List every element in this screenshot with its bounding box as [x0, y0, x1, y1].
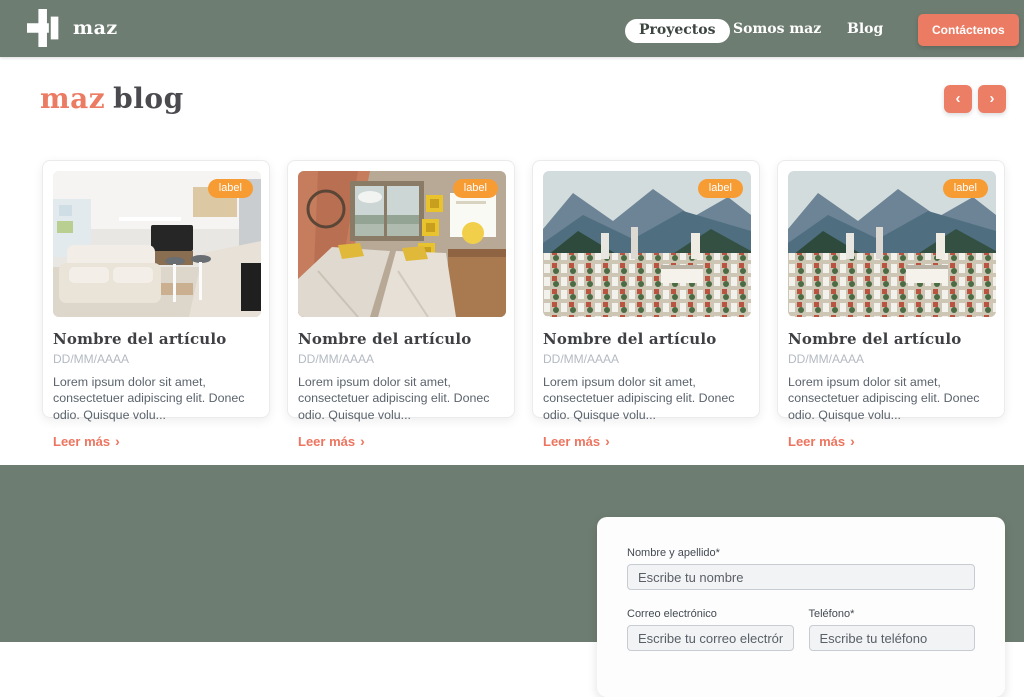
label-badge: label [453, 179, 498, 198]
page-title-rest: blog [113, 82, 183, 115]
phone-input[interactable] [809, 625, 976, 651]
email-input[interactable] [627, 625, 794, 651]
chevron-right-icon: › [990, 90, 995, 107]
read-more-label: Leer más [788, 434, 845, 449]
city-aerial-photo: label [788, 171, 996, 317]
chevron-right-icon: › [360, 433, 365, 449]
nav-item-somos-maz[interactable]: Somos maz [733, 21, 821, 37]
read-more-link[interactable]: Leer más › [788, 433, 855, 449]
label-badge: label [698, 179, 743, 198]
nav-item-blog[interactable]: Blog [847, 21, 883, 37]
living-room-photo: label [53, 171, 261, 317]
article-date: DD/MM/AAAA [543, 352, 749, 366]
article-excerpt: Lorem ipsum dolor sit amet, consectetuer… [53, 374, 259, 423]
name-field-label: Nombre y apellido* [627, 547, 975, 559]
nav-item-proyectos[interactable]: Proyectos [625, 19, 730, 43]
email-field-label: Correo electrónico [627, 608, 794, 620]
chevron-right-icon: › [605, 433, 610, 449]
blog-card[interactable]: label Nombre del artículo DD/MM/AAAA Lor… [532, 160, 760, 418]
read-more-label: Leer más [543, 434, 600, 449]
city-aerial-photo: label [543, 171, 751, 317]
article-excerpt: Lorem ipsum dolor sit amet, consectetuer… [788, 374, 994, 423]
top-navigation-bar: maz Proyectos Somos maz Blog Contáctenos [0, 0, 1024, 57]
label-badge: label [943, 179, 988, 198]
bedroom-photo: label [298, 171, 506, 317]
page-title: mazblog [40, 82, 184, 115]
read-more-link[interactable]: Leer más › [53, 433, 120, 449]
article-title: Nombre del artículo [53, 330, 259, 348]
article-excerpt: Lorem ipsum dolor sit amet, consectetuer… [298, 374, 504, 423]
phone-field-label: Teléfono* [809, 608, 976, 620]
logo-text: maz [73, 17, 118, 39]
blog-card[interactable]: label Nombre del artículo DD/MM/AAAA Lor… [777, 160, 1005, 418]
maz-logo[interactable]: maz [26, 9, 118, 47]
chevron-right-icon: › [115, 433, 120, 449]
carousel-next-button[interactable]: › [978, 85, 1006, 113]
contact-form-panel: Nombre y apellido* Correo electrónico Te… [597, 517, 1005, 697]
article-title: Nombre del artículo [543, 330, 749, 348]
article-title: Nombre del artículo [788, 330, 994, 348]
read-more-label: Leer más [53, 434, 110, 449]
page-title-accent: maz [40, 82, 105, 115]
chevron-left-icon: ‹ [956, 90, 961, 107]
name-input[interactable] [627, 564, 975, 590]
carousel-prev-button[interactable]: ‹ [944, 85, 972, 113]
blog-card[interactable]: label Nombre del artículo DD/MM/AAAA Lor… [287, 160, 515, 418]
article-date: DD/MM/AAAA [298, 352, 504, 366]
article-title: Nombre del artículo [298, 330, 504, 348]
article-excerpt: Lorem ipsum dolor sit amet, consectetuer… [543, 374, 749, 423]
article-date: DD/MM/AAAA [53, 352, 259, 366]
article-date: DD/MM/AAAA [788, 352, 994, 366]
read-more-link[interactable]: Leer más › [543, 433, 610, 449]
label-badge: label [208, 179, 253, 198]
maz-cross-icon [26, 9, 66, 47]
chevron-right-icon: › [850, 433, 855, 449]
read-more-link[interactable]: Leer más › [298, 433, 365, 449]
contact-button[interactable]: Contáctenos [918, 14, 1019, 46]
blog-card[interactable]: label Nombre del artículo DD/MM/AAAA Lor… [42, 160, 270, 418]
read-more-label: Leer más [298, 434, 355, 449]
contact-section: Nombre y apellido* Correo electrónico Te… [0, 465, 1024, 642]
